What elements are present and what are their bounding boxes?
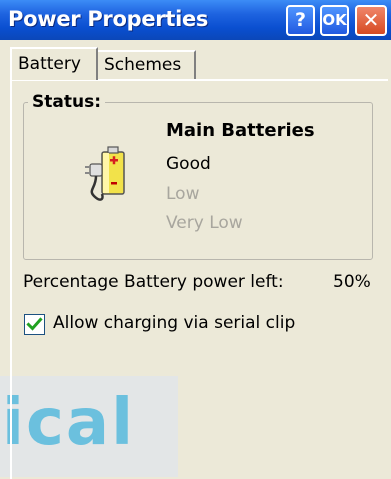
- close-button[interactable]: ✕: [355, 5, 387, 36]
- tab-panel: [10, 79, 388, 479]
- tab-schemes-label: Schemes: [104, 55, 182, 75]
- window-title: Power Properties: [8, 7, 209, 31]
- ok-button[interactable]: OK: [320, 5, 349, 36]
- tab-schemes[interactable]: Schemes: [98, 50, 196, 79]
- help-button[interactable]: ?: [286, 5, 315, 36]
- tab-battery[interactable]: Battery: [10, 47, 98, 80]
- tab-battery-label: Battery: [18, 54, 81, 74]
- title-bar: Power Properties ? OK ✕: [0, 0, 391, 40]
